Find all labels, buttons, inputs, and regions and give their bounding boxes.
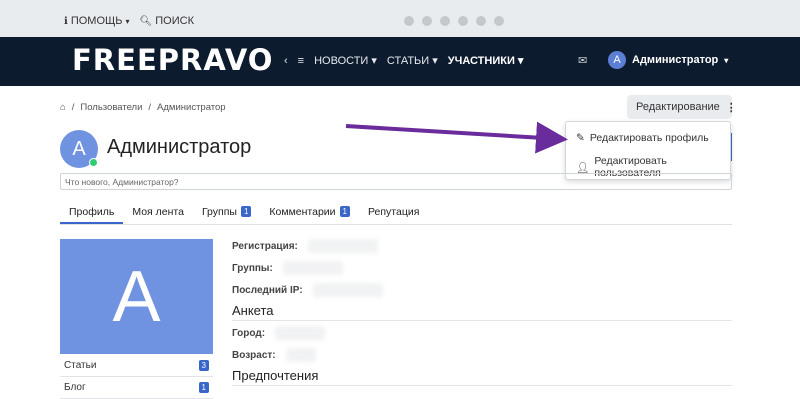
annotation-arrow: [345, 121, 568, 154]
arrow-line: [345, 121, 568, 154]
